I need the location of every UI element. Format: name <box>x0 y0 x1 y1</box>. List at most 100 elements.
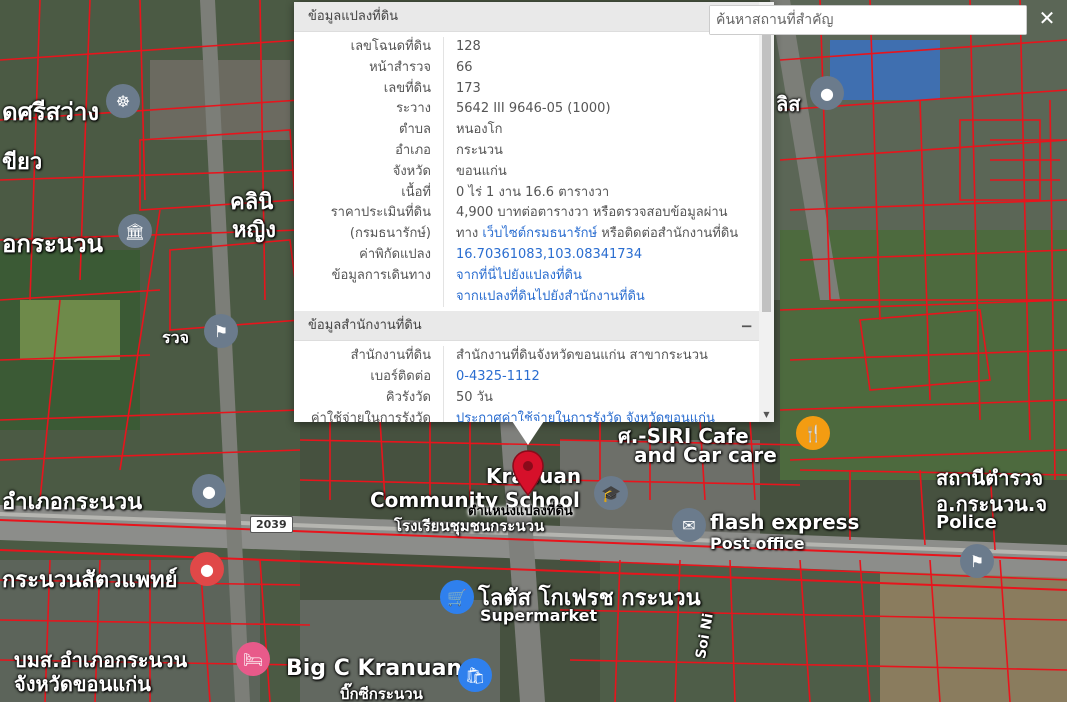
directions-to-office-link[interactable]: จากแปลงที่ดินไปยังสำนักงานที่ดิน <box>456 289 645 304</box>
row-survey-page: หน้าสำรวจ 66 <box>294 57 759 79</box>
office-info-rows: สำนักงานที่ดิน สำนักงานที่ดินจังหวัดขอนแก… <box>294 341 759 422</box>
row-sheet: ระวาง 5642 III 9646-05 (1000) <box>294 99 759 121</box>
map-label-sl: ลิส <box>776 92 801 116</box>
row-value: กระนวน <box>456 142 503 158</box>
location-pin-gray-icon[interactable]: ● <box>192 474 226 508</box>
directions-to-parcel-link[interactable]: จากที่นี่ไปยังแปลงที่ดิน <box>456 268 582 283</box>
location-pin-icon[interactable]: ● <box>810 76 844 110</box>
scroll-down-icon[interactable]: ▼ <box>759 408 774 422</box>
row-value: 0-4325-1112 <box>444 367 540 388</box>
row-land-office: สำนักงานที่ดิน สำนักงานที่ดินจังหวัดขอนแก… <box>294 346 759 368</box>
land-section-header[interactable]: ข้อมูลแปลงที่ดิน <box>294 2 759 32</box>
map-label-police-en: Police <box>936 512 997 533</box>
map-label-hospital-2: จังหวัดขอนแก่น <box>14 672 151 696</box>
treasury-website-link[interactable]: เว็บไซต์กรมธนารักษ์ <box>482 226 597 241</box>
police-station-icon[interactable]: ⚑ <box>960 544 994 578</box>
row-label: คิวรังวัด <box>294 387 444 409</box>
search-box[interactable] <box>709 5 1027 35</box>
row-district: อำเภอ กระนวน <box>294 140 759 162</box>
location-pin-red-icon[interactable]: ● <box>190 552 224 586</box>
restaurant-icon[interactable]: 🍴 <box>796 416 830 450</box>
popup-scrollbar[interactable]: ▲ ▼ <box>759 2 774 422</box>
row-value: หนองโก <box>456 122 503 138</box>
row-survey-queue: คิวรังวัด 50 วัน <box>294 387 759 409</box>
map-label-vet: กระนวนสัตวแพทย์ <box>2 568 178 593</box>
row-value: ทาง เว็บไซต์กรมธนารักษ์ หรือติดต่อสำนักง… <box>444 224 738 245</box>
parcel-info-popup: ข้อมูลแปลงที่ดิน เลขโฉนดที่ดิน 128 หน้าสำ… <box>294 2 774 422</box>
scrollbar-thumb[interactable] <box>762 16 771 312</box>
map-label-clinic-line2: หญิง <box>232 218 276 243</box>
dept-suffix: หรือติดต่อสำนักงานที่ดิน <box>597 226 739 242</box>
dept-prefix: ทาง <box>456 226 483 242</box>
row-travel: ข้อมูลการเดินทาง จากที่นี่ไปยังแปลงที่ดิน <box>294 265 759 287</box>
row-label: เลขที่ดิน <box>294 78 444 100</box>
phone-link[interactable]: 0-4325-1112 <box>456 369 540 384</box>
row-value: 5642 III 9646-05 (1000) <box>456 101 611 117</box>
row-label: เบอร์ติดต่อ <box>294 367 444 388</box>
row-label: ตำบล <box>294 120 444 141</box>
row-label <box>294 286 444 308</box>
row-survey-cost: ค่าใช้จ่ายในการรังวัด ประกาศค่าใช้จ่ายในก… <box>294 408 759 422</box>
row-value: จากแปลงที่ดินไปยังสำนักงานที่ดิน <box>444 287 645 308</box>
search-input[interactable] <box>710 6 1026 34</box>
coordinates-link[interactable]: 16.70361083,103.08341734 <box>456 247 642 262</box>
row-value: ขอนแก่น <box>456 163 507 179</box>
row-label: ระวาง <box>294 99 444 121</box>
map-label-siri-cafe-2: and Car care <box>634 443 777 467</box>
map-label-rw: รวจ <box>162 328 189 347</box>
post-office-icon[interactable]: ✉ <box>672 508 706 542</box>
row-label: สำนักงานที่ดิน <box>294 346 444 368</box>
row-label: ค่าใช้จ่ายในการรังวัด <box>294 408 444 422</box>
hospital-icon[interactable]: 🛏 <box>236 642 270 676</box>
shopping-bag-icon[interactable]: 🛍 <box>458 658 492 692</box>
land-section-title: ข้อมูลแปลงที่ดิน <box>308 9 399 24</box>
government-icon[interactable]: 🏛 <box>118 214 152 248</box>
shopping-cart-icon[interactable]: 🛒 <box>440 580 474 614</box>
row-deed-number: เลขโฉนดที่ดิน 128 <box>294 37 759 58</box>
row-value: จากที่นี่ไปยังแปลงที่ดิน <box>444 266 582 287</box>
land-info-rows: เลขโฉนดที่ดิน 128 หน้าสำรวจ 66 เลขที่ดิน 17… <box>294 32 759 311</box>
map-label-lotus-en: Supermarket <box>480 606 598 625</box>
temple-icon[interactable]: ☸ <box>106 84 140 118</box>
route-shield-2039: 2039 <box>250 516 293 533</box>
close-icon[interactable]: ✕ <box>1030 4 1064 34</box>
row-label: ราคาประเมินที่ดิน <box>294 203 444 225</box>
row-assessed-price: ราคาประเมินที่ดิน 4,900 บาทต่อตารางวา หรื… <box>294 203 759 225</box>
row-phone: เบอร์ติดต่อ 0-4325-1112 <box>294 367 759 388</box>
row-label: เนื้อที่ <box>294 182 444 204</box>
row-value: 0 ไร่ 1 งาน 16.6 ตารางวา <box>456 184 610 200</box>
popup-pointer <box>512 421 544 445</box>
row-label: เลขโฉนดที่ดิน <box>294 37 444 58</box>
map-label-sriswang: ดศรีสว่าง <box>2 98 100 126</box>
office-section-header[interactable]: ข้อมูลสำนักงานที่ดิน − <box>294 311 759 342</box>
row-treasury-dept: (กรมธนารักษ์) ทาง เว็บไซต์กรมธนารักษ์ หร… <box>294 224 759 245</box>
office-section-title: ข้อมูลสำนักงานที่ดิน <box>308 318 422 334</box>
police-icon[interactable]: ⚑ <box>204 314 238 348</box>
row-value: 4,900 บาทต่อตารางวา หรือตรวจสอบข้อมูลผ่า… <box>456 205 728 221</box>
row-area: เนื้อที่ 0 ไร่ 1 งาน 16.6 ตารางวา <box>294 182 759 204</box>
parcel-marker-icon[interactable] <box>512 450 544 496</box>
survey-cost-link[interactable]: ประกาศค่าใช้จ่ายในการรังวัด จังหวัดขอนแก… <box>456 411 715 422</box>
school-icon[interactable]: 🎓 <box>594 476 628 510</box>
row-value: 50 วัน <box>456 389 493 405</box>
row-value: สำนักงานที่ดินจังหวัดขอนแก่น สาขากระนวน <box>456 348 708 364</box>
row-value: 173 <box>456 80 481 96</box>
row-value: 66 <box>456 59 473 75</box>
row-label: ค่าพิกัดแปลง <box>294 244 444 266</box>
popup-content: ข้อมูลแปลงที่ดิน เลขโฉนดที่ดิน 128 หน้าสำ… <box>294 2 759 422</box>
row-label: ข้อมูลการเดินทาง <box>294 265 444 287</box>
row-label: หน้าสำรวจ <box>294 57 444 79</box>
row-land-number: เลขที่ดิน 173 <box>294 78 759 100</box>
row-value: 16.70361083,103.08341734 <box>444 245 642 266</box>
row-value: ประกาศค่าใช้จ่ายในการรังวัด จังหวัดขอนแก… <box>444 409 715 422</box>
map-label-district-office: อกระนวน <box>2 230 104 258</box>
row-province: จังหวัด ขอนแก่น <box>294 161 759 183</box>
map-label-bigc-2: บิ๊กซีกระนวน <box>340 685 423 702</box>
map-label-yo: ขียว <box>2 150 43 175</box>
map-label-post-office: Post office <box>710 534 805 553</box>
row-coordinates: ค่าพิกัดแปลง 16.70361083,103.08341734 <box>294 244 759 266</box>
row-label: อำเภอ <box>294 140 444 162</box>
map-label-flash-express: flash express <box>710 510 860 534</box>
row-travel-2: จากแปลงที่ดินไปยังสำนักงานที่ดิน <box>294 286 759 308</box>
collapse-icon[interactable]: − <box>740 311 753 341</box>
